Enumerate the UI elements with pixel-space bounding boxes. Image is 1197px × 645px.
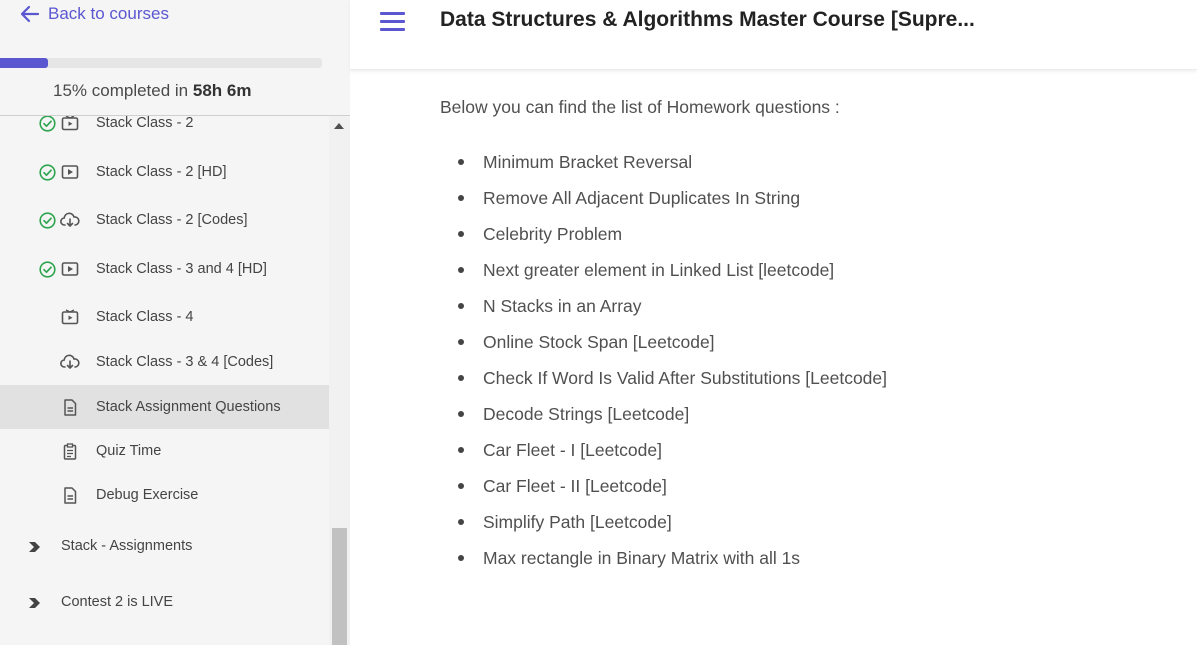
completed-check-icon: [39, 211, 56, 229]
homework-question-text: Car Fleet - II [Leetcode]: [483, 476, 667, 496]
completed-check-icon: [39, 163, 56, 181]
bullet-icon: [458, 267, 464, 273]
homework-question-item: Simplify Path [Leetcode]: [440, 504, 1160, 540]
homework-question-item: Minimum Bracket Reversal: [440, 144, 1160, 180]
cloud-download-icon: [60, 353, 80, 371]
sidebar-lesson-item[interactable]: Debug Exercise: [0, 473, 329, 517]
lesson-content: Below you can find the list of Homework …: [440, 97, 1160, 576]
course-sidebar: Back to courses 15% completed in 58h 6m …: [0, 0, 350, 645]
menu-icon[interactable]: [380, 12, 405, 32]
homework-question-text: Decode Strings [Leetcode]: [483, 404, 690, 424]
bullet-icon: [458, 411, 464, 417]
play-icon: [60, 163, 80, 181]
video-icon: [60, 116, 80, 132]
bullet-icon: [458, 519, 464, 525]
progress-prefix: 15% completed in: [53, 81, 193, 100]
section-label: Contest 2 is LIVE: [61, 594, 174, 610]
progress-bar: [0, 58, 322, 68]
homework-question-text: Remove All Adjacent Duplicates In String: [483, 188, 801, 208]
lesson-label: Stack Class - 2: [96, 116, 194, 131]
sidebar-section-item[interactable]: Stack - Assignments: [0, 524, 329, 568]
arrow-left-icon: [20, 4, 40, 24]
document-icon: [60, 398, 80, 416]
quiz-icon: [60, 442, 80, 460]
homework-question-item: Max rectangle in Binary Matrix with all …: [440, 540, 1160, 576]
lesson-label: Stack Class - 3 & 4 [Codes]: [96, 354, 274, 370]
bullet-icon: [458, 339, 464, 345]
completed-check-icon: [39, 116, 56, 132]
bullet-icon: [458, 231, 464, 237]
homework-question-item: Check If Word Is Valid After Substitutio…: [440, 360, 1160, 396]
homework-question-item: Car Fleet - II [Leetcode]: [440, 468, 1160, 504]
course-title: Data Structures & Algorithms Master Cour…: [440, 8, 975, 31]
homework-question-item: Next greater element in Linked List [lee…: [440, 252, 1160, 288]
homework-question-text: Max rectangle in Binary Matrix with all …: [483, 548, 801, 568]
bullet-icon: [458, 555, 464, 561]
completed-check-icon: [39, 260, 56, 278]
lesson-label: Stack Class - 2 [Codes]: [96, 212, 248, 228]
homework-question-item: Remove All Adjacent Duplicates In String: [440, 180, 1160, 216]
intro-text: Below you can find the list of Homework …: [440, 97, 840, 117]
lesson-label: Debug Exercise: [96, 487, 199, 503]
homework-question-text: Simplify Path [Leetcode]: [483, 512, 672, 532]
homework-question-item: Car Fleet - I [Leetcode]: [440, 432, 1160, 468]
homework-question-text: Minimum Bracket Reversal: [483, 152, 693, 172]
section-label: Stack - Assignments: [61, 538, 193, 554]
homework-question-item: Online Stock Span [Leetcode]: [440, 324, 1160, 360]
bullet-icon: [458, 159, 464, 165]
scrollbar-thumb[interactable]: [332, 528, 347, 645]
course-header: Data Structures & Algorithms Master Cour…: [350, 0, 1197, 70]
lesson-label: Stack Class - 2 [HD]: [96, 164, 227, 180]
homework-question-text: Next greater element in Linked List [lee…: [483, 260, 835, 280]
lesson-label: Stack Class - 3 and 4 [HD]: [96, 261, 267, 277]
bullet-icon: [458, 195, 464, 201]
progress-text: 15% completed in 58h 6m: [53, 81, 251, 101]
sidebar-lesson-item[interactable]: Stack Class - 4: [0, 295, 329, 339]
lesson-label: Stack Class - 4: [96, 309, 194, 325]
bullet-icon: [458, 483, 464, 489]
homework-question-item: N Stacks in an Array: [440, 288, 1160, 324]
chevron-right-icon: [28, 540, 42, 552]
homework-question-text: Car Fleet - I [Leetcode]: [483, 440, 662, 460]
homework-question-text: Check If Word Is Valid After Substitutio…: [483, 368, 888, 388]
sidebar-lesson-item[interactable]: Stack Class - 2 [HD]: [0, 150, 329, 194]
sidebar-scrollbar[interactable]: [329, 116, 350, 645]
sidebar-lesson-item[interactable]: Stack Class - 3 and 4 [HD]: [0, 247, 329, 291]
sidebar-lesson-item[interactable]: Quiz Time: [0, 429, 329, 473]
progress-bar-fill: [0, 58, 49, 68]
homework-question-text: Celebrity Problem: [483, 224, 623, 244]
document-icon: [60, 486, 80, 504]
chevron-right-icon: [28, 596, 42, 608]
play-icon: [60, 260, 80, 278]
video-icon: [60, 308, 80, 326]
progress-time: 58h 6m: [192, 81, 252, 100]
lesson-label: Stack Assignment Questions: [96, 399, 281, 415]
lesson-label: Quiz Time: [96, 443, 162, 459]
scroll-up-arrow-icon[interactable]: [334, 123, 344, 129]
sidebar-lesson-item[interactable]: Stack Class - 3 & 4 [Codes]: [0, 340, 329, 384]
homework-list: Minimum Bracket Reversal Remove All Adjac…: [440, 144, 1160, 576]
lesson-list: Stack Class - 2 Stack Class - 2 [HD] Stack…: [0, 116, 329, 645]
sidebar-lesson-item[interactable]: Stack Class - 2: [0, 116, 329, 145]
homework-question-text: Online Stock Span [Leetcode]: [483, 332, 715, 352]
back-to-courses-label: Back to courses: [48, 4, 169, 23]
bullet-icon: [458, 447, 464, 453]
sidebar-lesson-item[interactable]: Stack Class - 2 [Codes]: [0, 198, 329, 242]
homework-question-item: Celebrity Problem: [440, 216, 1160, 252]
homework-question-text: N Stacks in an Array: [483, 296, 642, 316]
sidebar-lesson-item[interactable]: Stack Assignment Questions: [0, 385, 329, 429]
bullet-icon: [458, 303, 464, 309]
bullet-icon: [458, 375, 464, 381]
cloud-download-icon: [60, 211, 80, 229]
sidebar-section-item[interactable]: Contest 2 is LIVE: [0, 580, 329, 624]
homework-question-item: Decode Strings [Leetcode]: [440, 396, 1160, 432]
back-to-courses-link[interactable]: Back to courses: [20, 4, 169, 24]
